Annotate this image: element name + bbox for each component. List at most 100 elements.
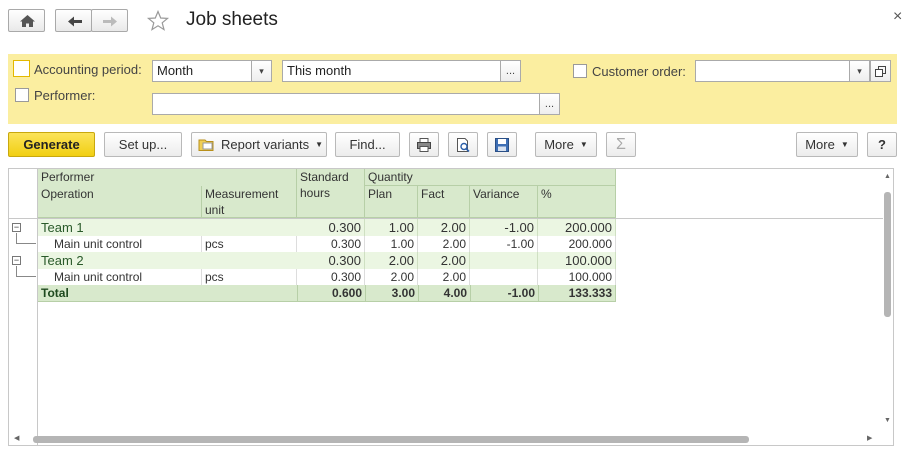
floppy-disk-icon (495, 137, 509, 152)
row-unit: pcs (202, 269, 297, 286)
chevron-down-icon: ▼ (315, 140, 324, 149)
col-header-plan: Plan (365, 186, 418, 218)
star-icon[interactable] (146, 10, 170, 32)
row-variance (470, 269, 538, 286)
printer-icon (417, 137, 431, 152)
performer-select-button[interactable]: ... (539, 93, 560, 115)
performer-label: Performer: (34, 88, 96, 103)
forward-arrow-icon (103, 16, 117, 27)
forward-button[interactable] (91, 9, 128, 32)
home-icon (20, 15, 35, 27)
row-fact: 2.00 (418, 219, 470, 236)
row-operation: Main unit control (38, 236, 202, 253)
row-standard-hours: 0.300 (297, 269, 365, 286)
vertical-scroll-thumb[interactable] (884, 192, 891, 317)
scroll-down-icon[interactable]: ▼ (884, 417, 891, 424)
grouping-gutter-divider (37, 169, 38, 445)
col-header-operation: Operation (38, 186, 202, 218)
setup-button[interactable]: Set up... (104, 132, 182, 157)
back-button[interactable] (55, 9, 92, 32)
chevron-down-icon: ▼ (840, 140, 849, 149)
chevron-down-icon: ▾ (259, 65, 264, 76)
accounting-period-label: Accounting period: (34, 62, 142, 77)
more-button-right[interactable]: More ▼ (796, 132, 858, 157)
col-header-standard-hours-line1: Standard (300, 170, 349, 184)
close-icon[interactable]: × (893, 8, 902, 26)
row-performer-name: Team 1 (41, 220, 84, 235)
vertical-scrollbar[interactable]: ▲ ▼ (882, 170, 893, 432)
col-header-variance: Variance (470, 186, 538, 218)
total-standard-hours: 0.600 (297, 285, 365, 302)
save-button[interactable] (487, 132, 517, 157)
performer-field[interactable] (152, 93, 540, 115)
row-operation: Main unit control (38, 269, 202, 286)
row-variance: -1.00 (470, 219, 538, 236)
chevron-down-icon: ▼ (579, 140, 588, 149)
row-fact: 2.00 (418, 236, 470, 253)
row-percent: 200.000 (538, 236, 616, 253)
report-variants-label: Report variants (221, 137, 310, 152)
row-standard-hours: 0.300 (297, 219, 365, 236)
horizontal-scroll-thumb[interactable] (33, 436, 749, 443)
row-percent: 100.000 (538, 269, 616, 286)
tree-line (16, 243, 36, 244)
collapse-team-1-toggle[interactable]: − (12, 223, 21, 232)
help-button[interactable]: ? (867, 132, 897, 157)
row-unit: pcs (202, 236, 297, 253)
col-header-fact: Fact (418, 186, 470, 218)
page-title: Job sheets (186, 9, 278, 30)
period-value-field[interactable]: This month (282, 60, 501, 82)
col-header-measurement-unit-line2: unit (205, 203, 225, 217)
col-header-measurement-unit: Measurement unit (202, 186, 297, 218)
more-label: More (805, 137, 835, 152)
row-plan: 2.00 (365, 269, 418, 286)
row-standard-hours: 0.300 (297, 236, 365, 253)
total-fact: 4.00 (418, 285, 470, 302)
scroll-right-icon[interactable]: ▶ (867, 434, 872, 442)
col-header-percent: % (538, 186, 616, 218)
col-header-standard-hours: Standard hours (297, 169, 365, 218)
generate-button[interactable]: Generate (8, 132, 95, 157)
preview-button[interactable] (448, 132, 478, 157)
col-header-standard-hours-line2: hours (300, 186, 331, 200)
period-value-select-button[interactable]: ... (500, 60, 521, 82)
customer-order-label: Customer order: (592, 64, 686, 79)
customer-order-open-button[interactable] (870, 60, 891, 82)
row-plan: 1.00 (365, 219, 418, 236)
col-header-quantity: Quantity (365, 169, 616, 186)
row-fact: 2.00 (418, 252, 470, 269)
total-plan: 3.00 (365, 285, 418, 302)
row-fact: 2.00 (418, 269, 470, 286)
col-header-performer: Performer (38, 169, 297, 186)
scroll-up-icon[interactable]: ▲ (884, 173, 891, 180)
tree-line (16, 276, 36, 277)
row-percent: 100.000 (538, 252, 616, 269)
customer-order-field[interactable] (695, 60, 850, 82)
collapse-team-2-toggle[interactable]: − (12, 256, 21, 265)
performer-checkbox[interactable] (15, 88, 29, 102)
row-variance (470, 252, 538, 269)
folder-icon (198, 139, 214, 151)
accounting-period-checkbox[interactable] (13, 60, 30, 77)
more-button-left[interactable]: More ▼ (535, 132, 597, 157)
row-standard-hours: 0.300 (297, 252, 365, 269)
period-type-field[interactable]: Month (152, 60, 252, 82)
row-plan: 1.00 (365, 236, 418, 253)
total-percent: 133.333 (538, 285, 616, 302)
home-button[interactable] (8, 9, 45, 32)
scroll-left-icon[interactable]: ◀ (14, 434, 19, 442)
find-button[interactable]: Find... (335, 132, 400, 157)
row-percent: 200.000 (538, 219, 616, 236)
customer-order-checkbox[interactable] (573, 64, 587, 78)
more-label: More (544, 137, 574, 152)
print-button[interactable] (409, 132, 439, 157)
horizontal-scrollbar[interactable]: ◀ ▶ (9, 433, 882, 445)
sum-button[interactable]: Σ (606, 132, 636, 157)
row-variance: -1.00 (470, 236, 538, 253)
report-variants-button[interactable]: Report variants ▼ (191, 132, 327, 157)
total-variance: -1.00 (470, 285, 538, 302)
customer-order-dropdown[interactable]: ▾ (849, 60, 870, 82)
print-preview-icon (457, 137, 470, 152)
col-header-measurement-unit-line1: Measurement (205, 187, 279, 201)
period-type-dropdown[interactable]: ▾ (251, 60, 272, 82)
